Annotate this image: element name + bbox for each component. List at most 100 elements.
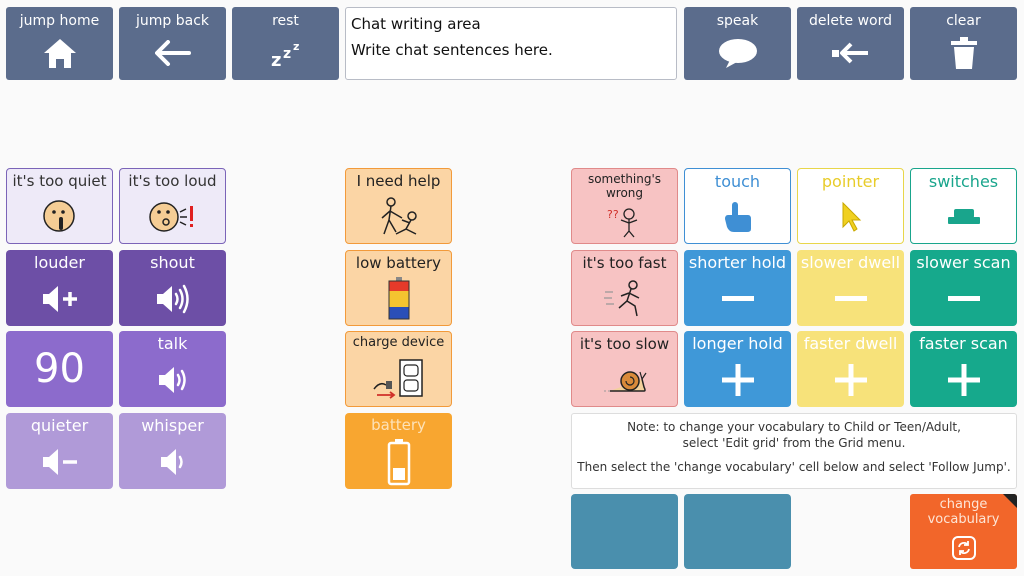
plus-icon [910,353,1017,407]
delete-word-label: delete word [809,13,892,29]
home-icon [6,29,113,76]
clear-button[interactable]: clear [910,7,1017,80]
whisper-label: whisper [141,416,204,435]
volume-level-display: 90 [6,331,113,407]
shorter-hold-label: shorter hold [688,253,787,272]
speak-label: speak [716,13,759,29]
slower-scan-label: slower scan [916,253,1011,272]
mouse-pointer-icon [798,191,903,243]
need-help-label: I need help [356,172,441,190]
low-battery-cell[interactable]: low battery [345,250,452,326]
faster-dwell-button[interactable]: faster dwell [797,331,904,407]
minus-icon [797,272,904,326]
svg-text:z: z [283,46,291,62]
jump-corner-marker [1003,494,1017,508]
plus-icon [684,353,791,407]
refresh-icon [910,528,1017,569]
louder-button[interactable]: louder [6,250,113,326]
pointer-button[interactable]: pointer [797,168,904,244]
quieter-button[interactable]: quieter [6,413,113,489]
minus-icon [910,272,1017,326]
too-slow-label: it's too slow [579,335,670,353]
helping-person-icon [346,190,451,243]
minus-icon [684,272,791,326]
clear-label: clear [946,13,981,29]
confused-person-icon: ?? [572,201,677,243]
switch-icon [911,191,1016,243]
volume-down-icon [6,435,113,489]
too-loud-cell[interactable]: it's too loud [119,168,226,244]
shout-button[interactable]: shout [119,250,226,326]
something-wrong-label: something's wrong [587,172,662,200]
battery-level-icon [345,434,452,489]
jump-home-button[interactable]: jump home [6,7,113,80]
speak-button[interactable]: speak [684,7,791,80]
chat-area-title: Chat writing area [351,15,481,33]
svg-text:z: z [293,40,299,53]
svg-text:??: ?? [607,208,619,221]
power-outlet-icon [346,351,451,406]
quiet-face-icon [7,190,112,243]
charge-device-label: charge device [352,335,445,350]
chat-writing-area[interactable]: Chat writing area Write chat sentences h… [345,7,677,80]
switches-label: switches [928,172,999,191]
trash-icon [910,29,1017,76]
faster-scan-button[interactable]: faster scan [910,331,1017,407]
too-fast-label: it's too fast [582,254,667,272]
slower-dwell-label: slower dwell [800,253,901,272]
change-vocabulary-label: change vocabulary [927,497,1000,527]
blank-cell[interactable] [684,494,791,569]
battery-label: battery [371,416,426,434]
loud-face-icon [120,190,225,243]
blank-cell[interactable] [571,494,678,569]
delete-word-button[interactable]: delete word [797,7,904,80]
volume-up-icon [6,272,113,326]
switches-button[interactable]: switches [910,168,1017,244]
touch-label: touch [714,172,761,191]
touch-hand-icon [685,191,790,243]
sleep-zzz-icon: z z z [232,29,339,76]
louder-label: louder [34,253,85,272]
slower-dwell-button[interactable]: slower dwell [797,250,904,326]
svg-text:z: z [271,50,281,68]
need-help-cell[interactable]: I need help [345,168,452,244]
longer-hold-label: longer hold [692,334,783,353]
battery-status-cell: battery [345,413,452,489]
snail-icon [572,353,677,406]
too-quiet-cell[interactable]: it's too quiet [6,168,113,244]
delete-word-icon [797,29,904,76]
too-slow-cell[interactable]: it's too slow [571,331,678,407]
longer-hold-button[interactable]: longer hold [684,331,791,407]
slower-scan-button[interactable]: slower scan [910,250,1017,326]
shout-label: shout [150,253,195,272]
jump-back-button[interactable]: jump back [119,7,226,80]
faster-scan-label: faster scan [919,334,1008,353]
charge-device-cell[interactable]: charge device [345,331,452,407]
arrow-left-icon [119,29,226,76]
shorter-hold-button[interactable]: shorter hold [684,250,791,326]
volume-level-value: 90 [34,346,85,392]
pointer-label: pointer [821,172,880,191]
jump-back-label: jump back [135,13,209,29]
jump-home-label: jump home [19,13,100,29]
rest-button[interactable]: rest z z z [232,7,339,80]
quieter-label: quieter [30,416,89,435]
talk-button[interactable]: talk [119,331,226,407]
note-line-1: Note: to change your vocabulary to Child… [627,420,961,434]
change-vocabulary-button[interactable]: change vocabulary [910,494,1017,569]
whisper-button[interactable]: whisper [119,413,226,489]
volume-loud-icon [119,272,226,326]
rest-label: rest [272,13,299,29]
note-line-3: Then select the 'change vocabulary' cell… [577,460,1011,475]
battery-cells-icon [346,272,451,325]
running-person-icon [572,272,677,325]
chat-placeholder: Write chat sentences here. [351,41,553,60]
low-battery-label: low battery [355,254,442,272]
plus-icon [797,353,904,407]
something-wrong-cell[interactable]: something's wrong ?? [571,168,678,244]
too-fast-cell[interactable]: it's too fast [571,250,678,326]
note-line-2: select 'Edit grid' from the Grid menu. [682,435,906,450]
faster-dwell-label: faster dwell [803,334,898,353]
volume-medium-icon [119,353,226,407]
touch-button[interactable]: touch [684,168,791,244]
